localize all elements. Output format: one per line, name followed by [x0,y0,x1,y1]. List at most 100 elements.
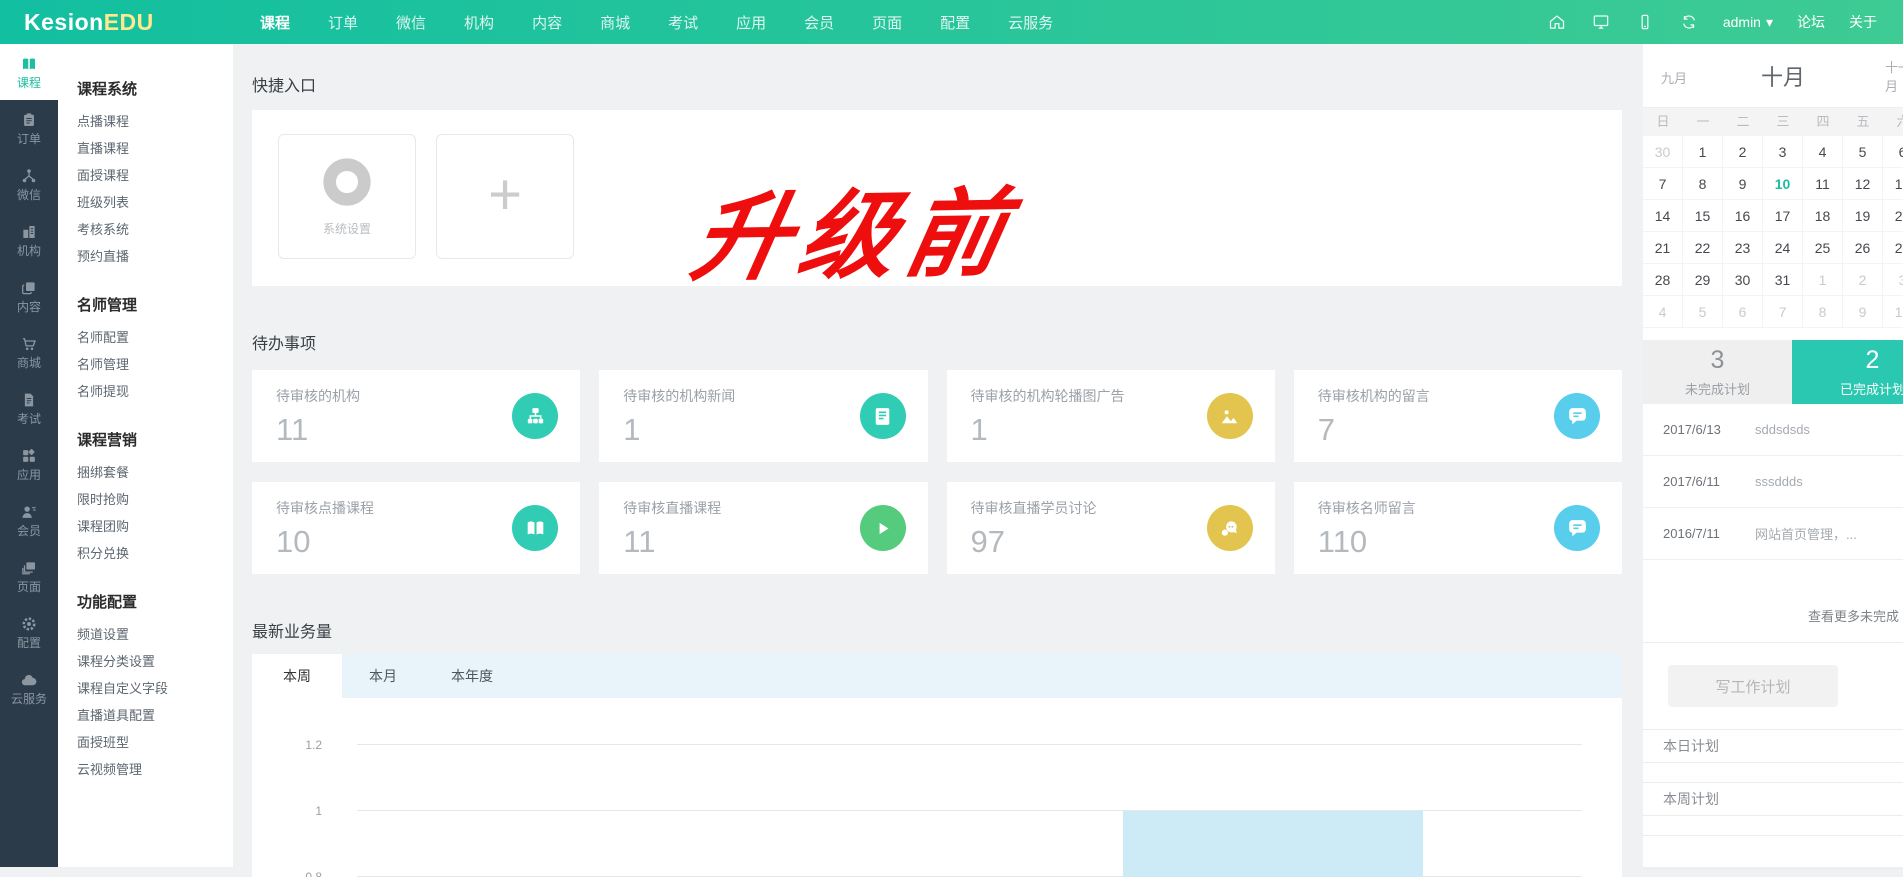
calendar-day[interactable]: 13 [1883,168,1903,200]
side-menu-item-3-1[interactable]: 课程分类设置 [77,648,233,675]
rail-item-4[interactable]: 内容 [0,268,58,324]
calendar-next-month[interactable]: 十一月 [1885,58,1903,96]
nav-item-4[interactable]: 内容 [532,12,562,33]
rail-item-9[interactable]: 页面 [0,548,58,604]
calendar-day[interactable]: 27 [1883,232,1903,264]
calendar-day[interactable]: 7 [1763,296,1803,328]
view-more-link[interactable]: 查看更多未完成 [1808,609,1899,624]
nav-item-6[interactable]: 考试 [668,12,698,33]
header-link-1[interactable]: 关于 [1849,12,1877,32]
calendar-day[interactable]: 6 [1883,136,1903,168]
calendar-day[interactable]: 21 [1643,232,1683,264]
side-menu-item-0-0[interactable]: 点播课程 [77,108,233,135]
nav-item-1[interactable]: 订单 [328,12,358,33]
calendar-day[interactable]: 9 [1723,168,1763,200]
side-menu-item-0-3[interactable]: 班级列表 [77,189,233,216]
calendar-day[interactable]: 29 [1683,264,1723,296]
calendar-day[interactable]: 3 [1763,136,1803,168]
calendar-day[interactable]: 25 [1803,232,1843,264]
calendar-day[interactable]: 19 [1843,200,1883,232]
quick-entry-tile-0[interactable]: 系统设置 [278,134,416,259]
calendar-day[interactable]: 10 [1883,296,1903,328]
side-menu-item-3-3[interactable]: 直播道具配置 [77,702,233,729]
nav-item-2[interactable]: 微信 [396,12,426,33]
calendar-day[interactable]: 17 [1763,200,1803,232]
side-menu-item-0-4[interactable]: 考核系统 [77,216,233,243]
todo-card-2[interactable]: 待审核的机构轮播图广告1 [947,370,1275,462]
todo-card-1[interactable]: 待审核的机构新闻1 [599,370,927,462]
calendar-day[interactable]: 16 [1723,200,1763,232]
rail-item-2[interactable]: 微信 [0,156,58,212]
calendar-day[interactable]: 1 [1803,264,1843,296]
side-menu-item-3-2[interactable]: 课程自定义字段 [77,675,233,702]
chart-tab-2[interactable]: 本年度 [424,654,520,698]
calendar-day[interactable]: 31 [1763,264,1803,296]
user-menu[interactable]: admin▾ [1723,14,1773,31]
rail-item-3[interactable]: 机构 [0,212,58,268]
calendar-day[interactable]: 7 [1643,168,1683,200]
nav-item-11[interactable]: 云服务 [1008,12,1053,33]
nav-item-0[interactable]: 课程 [260,12,290,33]
nav-item-7[interactable]: 应用 [736,12,766,33]
calendar-day[interactable]: 8 [1803,296,1843,328]
rail-item-8[interactable]: 会员 [0,492,58,548]
calendar-day[interactable]: 2 [1723,136,1763,168]
plan-stat-done[interactable]: 2已完成计划 [1792,340,1903,404]
calendar-day[interactable]: 11 [1803,168,1843,200]
rail-item-11[interactable]: 云服务 [0,660,58,716]
side-menu-item-2-3[interactable]: 积分兑换 [77,540,233,567]
add-quick-entry-tile[interactable]: + [436,134,574,259]
side-menu-item-0-2[interactable]: 面授课程 [77,162,233,189]
side-menu-item-3-0[interactable]: 频道设置 [77,621,233,648]
nav-item-9[interactable]: 页面 [872,12,902,33]
nav-item-10[interactable]: 配置 [940,12,970,33]
side-menu-item-2-2[interactable]: 课程团购 [77,513,233,540]
calendar-day[interactable]: 12 [1843,168,1883,200]
todo-card-3[interactable]: 待审核机构的留言7 [1294,370,1622,462]
calendar-day[interactable]: 24 [1763,232,1803,264]
calendar-day[interactable]: 5 [1843,136,1883,168]
calendar-day[interactable]: 14 [1643,200,1683,232]
side-menu-item-2-0[interactable]: 捆绑套餐 [77,459,233,486]
plan-stat-pending[interactable]: 3未完成计划 [1643,340,1792,404]
calendar-day[interactable]: 1 [1683,136,1723,168]
calendar-day[interactable]: 3 [1883,264,1903,296]
calendar-day[interactable]: 30 [1723,264,1763,296]
calendar-day[interactable]: 2 [1843,264,1883,296]
rail-item-5[interactable]: 商城 [0,324,58,380]
side-menu-item-1-0[interactable]: 名师配置 [77,324,233,351]
rail-item-1[interactable]: 订单 [0,100,58,156]
chart-tab-1[interactable]: 本月 [342,654,424,698]
chart-tab-0[interactable]: 本周 [252,654,342,698]
calendar-day[interactable]: 23 [1723,232,1763,264]
calendar-day[interactable]: 4 [1803,136,1843,168]
side-menu-item-1-2[interactable]: 名师提现 [77,378,233,405]
calendar-day[interactable]: 8 [1683,168,1723,200]
todo-card-7[interactable]: 待审核名师留言110 [1294,482,1622,574]
calendar-day[interactable]: 5 [1683,296,1723,328]
calendar-day[interactable]: 18 [1803,200,1843,232]
header-link-0[interactable]: 论坛 [1797,12,1825,32]
calendar-day[interactable]: 15 [1683,200,1723,232]
side-menu-item-3-4[interactable]: 面授班型 [77,729,233,756]
nav-item-5[interactable]: 商城 [600,12,630,33]
side-menu-item-2-1[interactable]: 限时抢购 [77,486,233,513]
rail-item-0[interactable]: 课程 [0,44,58,100]
side-menu-item-0-1[interactable]: 直播课程 [77,135,233,162]
calendar-day[interactable]: 9 [1843,296,1883,328]
calendar-day-today[interactable]: 10 [1763,168,1803,200]
write-plan-button[interactable]: 写工作计划 [1668,665,1838,707]
rail-item-7[interactable]: 应用 [0,436,58,492]
todo-card-5[interactable]: 待审核直播课程11 [599,482,927,574]
calendar-day[interactable]: 30 [1643,136,1683,168]
side-menu-item-1-1[interactable]: 名师管理 [77,351,233,378]
todo-card-0[interactable]: 待审核的机构11 [252,370,580,462]
calendar-day[interactable]: 28 [1643,264,1683,296]
calendar-day[interactable]: 26 [1843,232,1883,264]
plan-shortcut-1[interactable]: 本周计划 [1643,782,1903,816]
rail-item-10[interactable]: 配置 [0,604,58,660]
calendar-day[interactable]: 4 [1643,296,1683,328]
side-menu-item-0-5[interactable]: 预约直播 [77,243,233,270]
nav-item-3[interactable]: 机构 [464,12,494,33]
calendar-day[interactable]: 20 [1883,200,1903,232]
